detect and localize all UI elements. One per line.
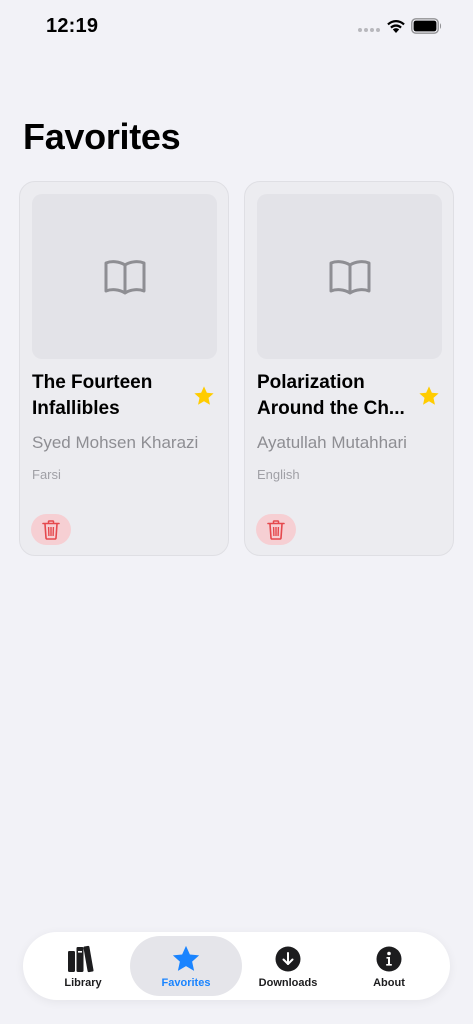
book-title: The Fourteen Infallibles (32, 372, 153, 419)
book-cover-placeholder (257, 194, 442, 359)
book-author: Syed Mohsen Kharazi (32, 433, 199, 452)
tab-favorites[interactable]: Favorites (130, 936, 242, 996)
books-icon (68, 945, 94, 973)
book-title: Polarization Around the Ch... (257, 372, 405, 419)
star-icon (172, 945, 200, 971)
book-author: Ayatullah Mutahhari (257, 433, 407, 452)
wifi-icon (387, 20, 405, 33)
tab-library[interactable]: Library (27, 936, 139, 996)
star-icon[interactable] (193, 385, 215, 407)
star-icon[interactable] (418, 385, 440, 407)
trash-icon (42, 519, 60, 540)
trash-icon (267, 519, 285, 540)
delete-button[interactable] (256, 514, 296, 545)
tab-label: Library (64, 977, 102, 989)
book-language: Farsi (32, 467, 61, 482)
info-icon (376, 946, 402, 972)
status-time: 12:19 (46, 15, 99, 37)
book-icon (104, 259, 145, 294)
tab-downloads[interactable]: Downloads (232, 936, 344, 996)
battery-icon (411, 18, 442, 34)
delete-button[interactable] (31, 514, 71, 545)
page-title: Favorites (23, 116, 181, 157)
tab-label: About (373, 977, 405, 989)
book-card[interactable]: Polarization Around the Ch... Ayatullah … (244, 181, 454, 556)
tab-label: Favorites (161, 977, 211, 989)
tab-label: Downloads (258, 977, 318, 989)
signal-dots-icon (358, 28, 380, 32)
book-language: English (257, 467, 300, 482)
book-card[interactable]: The Fourteen Infallibles Syed Mohsen Kha… (19, 181, 229, 556)
book-cover-placeholder (32, 194, 217, 359)
tab-bar: Library Favorites Downloads About (23, 932, 450, 1000)
status-bar: 12:19 (0, 0, 473, 54)
download-icon (275, 946, 301, 972)
tab-about[interactable]: About (333, 936, 445, 996)
book-icon (329, 259, 370, 294)
